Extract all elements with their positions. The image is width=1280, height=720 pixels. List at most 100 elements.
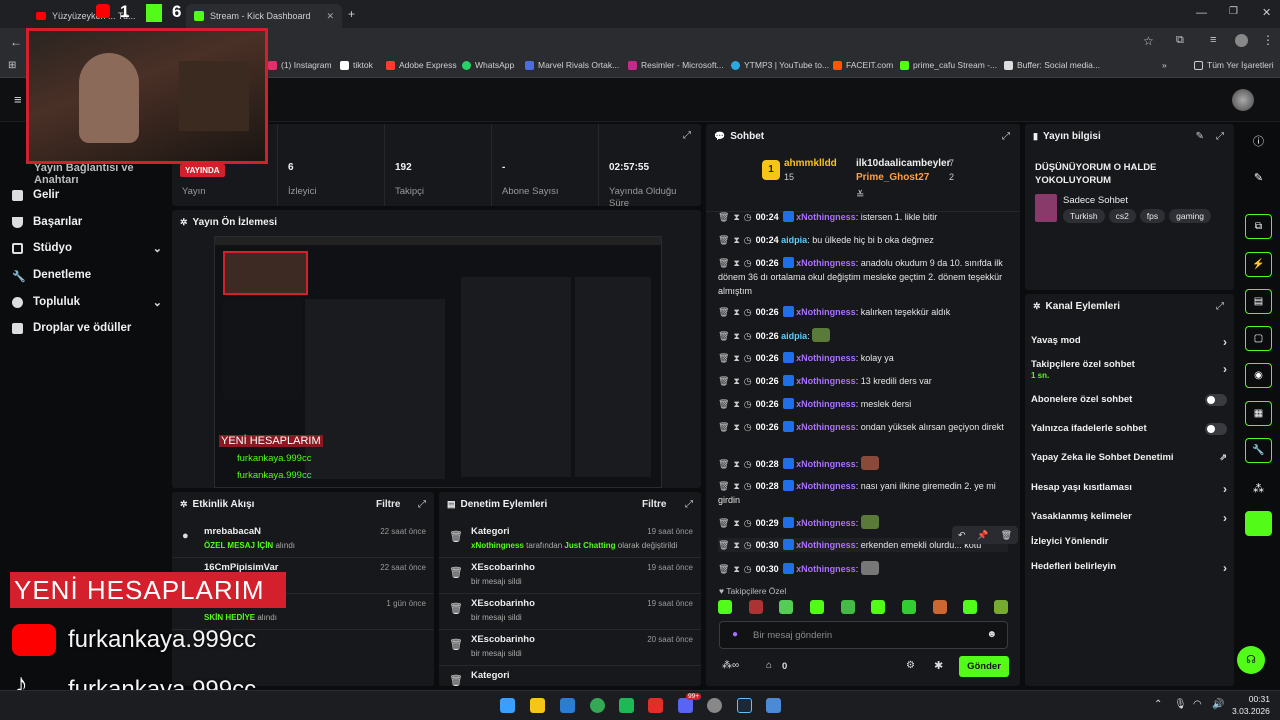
bookmark-faceit[interactable]: FACEIT.com xyxy=(833,60,893,70)
trash-icon[interactable]: 🗑 xyxy=(718,518,729,528)
tab-youtube[interactable]: Yüzyüzeyken ... Tu... xyxy=(28,4,148,28)
action-subs-chat[interactable]: Abonelere özel sohbet xyxy=(1031,394,1229,406)
chat-input[interactable]: ● Bir mesaj gönderin ☻ xyxy=(719,621,1008,649)
message-user[interactable]: xNothingness xyxy=(796,481,856,491)
new-tab-icon[interactable]: + xyxy=(348,7,355,21)
profile-avatar[interactable] xyxy=(1235,34,1248,47)
action-slow-mode[interactable]: Yavaş mod › xyxy=(1031,335,1229,349)
trash-icon[interactable]: 🗑 xyxy=(718,258,729,268)
sidebar-item-denetleme[interactable]: 🔧 Denetleme xyxy=(12,269,162,283)
maximize-icon[interactable]: ❐ xyxy=(1229,6,1238,17)
tab-kick-dashboard[interactable]: Stream - Kick Dashboard ✕ xyxy=(186,4,342,28)
collapse-icon[interactable]: ≚ xyxy=(856,190,864,201)
trash-icon[interactable]: 🗑 xyxy=(718,540,729,550)
timeout-icon[interactable]: ⧗ xyxy=(733,353,739,363)
message-user[interactable]: xNothingness xyxy=(796,212,856,222)
pin-icon[interactable]: 📌 xyxy=(977,530,988,541)
emote-icon[interactable] xyxy=(809,600,824,614)
star-icon[interactable]: ☆ xyxy=(1143,34,1154,48)
windows-start-icon[interactable] xyxy=(500,698,515,713)
steam-icon[interactable] xyxy=(737,698,752,713)
action-goals[interactable]: Hedefleri belirleyin › xyxy=(1031,561,1229,575)
timeout-icon[interactable]: ⧗ xyxy=(733,422,739,432)
chrome-icon[interactable] xyxy=(590,698,605,713)
emoji-icon[interactable]: ☻ xyxy=(986,629,997,640)
message-user[interactable]: xNothingness xyxy=(796,258,856,268)
edit-icon[interactable]: ✎ xyxy=(1196,131,1204,142)
wrench-button[interactable]: 🔧 xyxy=(1245,438,1272,463)
obs-icon[interactable] xyxy=(707,698,722,713)
expand-icon[interactable]: ⤢ xyxy=(1002,131,1010,142)
bookmark-marvel-rivals[interactable]: Marvel Rivals Ortak... xyxy=(525,60,619,70)
more-bookmarks-icon[interactable]: » xyxy=(1162,60,1167,70)
emote-icon[interactable] xyxy=(718,600,732,614)
message-user[interactable]: xNothingness xyxy=(796,376,856,386)
timeout-icon[interactable]: ⧗ xyxy=(733,399,739,409)
timeout-icon[interactable]: ⧗ xyxy=(733,212,739,222)
emote-icon[interactable] xyxy=(840,600,855,614)
community-rail-icon[interactable]: ⁂ xyxy=(1245,476,1272,501)
bookmark-instagram[interactable]: (1) Instagram xyxy=(268,60,332,70)
emote-icon[interactable] xyxy=(779,600,794,614)
action-ai-moderation[interactable]: Yapay Zeka ile Sohbet Denetimi ⇗ xyxy=(1031,452,1229,463)
message-user[interactable]: xNothingness xyxy=(796,399,856,409)
trash-icon[interactable]: 🗑 xyxy=(718,235,729,245)
trash-icon[interactable]: 🗑 xyxy=(718,481,729,491)
trash-icon[interactable]: 🗑 xyxy=(718,459,729,469)
app-icon[interactable] xyxy=(766,698,781,713)
notes-button[interactable]: ▤ xyxy=(1245,289,1272,314)
send-button[interactable]: Gönder xyxy=(959,656,1009,677)
message-user[interactable]: xNothingness xyxy=(796,540,856,550)
sidebar-item-stream-key[interactable]: Yayın Bağlantısı ve Anahtarı xyxy=(12,162,162,186)
expand-icon[interactable]: ⤢ xyxy=(1216,131,1224,142)
apps-icon[interactable]: ⊞ xyxy=(8,60,16,71)
bolt-button[interactable]: ⚡ xyxy=(1245,252,1272,277)
sidebar-item-topluluk[interactable]: Topluluk ⌄ xyxy=(12,296,162,309)
file-explorer-icon[interactable] xyxy=(530,698,545,713)
preview-video[interactable]: YENİ HESAPLARIM furkankaya.999cc furkank… xyxy=(214,236,662,488)
all-bookmarks[interactable]: Tüm Yer İşaretleri xyxy=(1194,60,1274,70)
bookmark-prime-cafu[interactable]: prime_cafu Stream -... xyxy=(900,60,997,70)
expand-icon[interactable]: ⤢ xyxy=(418,499,426,510)
emote-icon[interactable] xyxy=(932,600,947,614)
timeout-icon[interactable]: ⧗ xyxy=(733,481,739,491)
timeout-icon[interactable]: ⧗ xyxy=(733,258,739,268)
activity-filter-button[interactable]: Filtre xyxy=(376,499,400,510)
message-user[interactable]: aidpia xyxy=(781,235,807,245)
outlook-icon[interactable] xyxy=(560,698,575,713)
moderation-filter-button[interactable]: Filtre xyxy=(642,499,666,510)
bookmark-resimler[interactable]: Resimler - Microsoft... xyxy=(628,60,724,70)
community-icon[interactable]: ⁂∞ xyxy=(722,660,739,671)
settings-icon[interactable]: ⚙ xyxy=(906,660,915,671)
clock-date[interactable]: 3.03.2026 xyxy=(1232,706,1270,716)
action-emote-chat[interactable]: Yalnızca ifadelerle sohbet xyxy=(1031,423,1229,435)
volume-icon[interactable]: 🔊 xyxy=(1212,699,1224,710)
timeout-icon[interactable]: ⧗ xyxy=(733,564,739,574)
reply-icon[interactable]: ↶ xyxy=(958,530,966,541)
hamburger-icon[interactable]: ≡ xyxy=(14,92,22,107)
bookmark-ytmp3[interactable]: YTMP3 | YouTube to... xyxy=(731,60,829,70)
sidebar-item-studyo[interactable]: Stüdyo ⌄ xyxy=(12,242,162,255)
message-user[interactable]: xNothingness xyxy=(796,422,856,432)
mic-icon[interactable]: ● xyxy=(732,629,738,640)
message-user[interactable]: xNothingness xyxy=(796,459,856,469)
broadcast-button[interactable]: ◉ xyxy=(1245,363,1272,388)
timeout-icon[interactable]: ⧗ xyxy=(733,307,739,317)
message-user[interactable]: xNothingness xyxy=(796,353,856,363)
sidebar-item-basarilar[interactable]: Başarılar xyxy=(12,216,162,228)
emote-icon[interactable] xyxy=(963,600,978,614)
trash-icon[interactable]: 🗑 xyxy=(718,376,729,386)
info-rail-icon[interactable]: ⓘ xyxy=(1245,128,1272,153)
clock-time[interactable]: 00:31 xyxy=(1234,694,1270,704)
timeout-icon[interactable]: ⧗ xyxy=(733,331,739,341)
sidebar-item-gelir[interactable]: Gelir xyxy=(12,189,162,201)
trash-icon[interactable]: 🗑 xyxy=(718,353,729,363)
layout-button[interactable]: ▦ xyxy=(1245,401,1272,426)
action-followers-chat[interactable]: Takipçilere özel sohbet 1 sn. › xyxy=(1031,359,1229,381)
support-button[interactable]: ☊ xyxy=(1237,646,1265,674)
sidebar-item-droplar[interactable]: Droplar ve ödüller xyxy=(12,322,162,334)
extensions-icon[interactable]: ⧉ xyxy=(1176,34,1184,47)
trash-icon[interactable]: 🗑 xyxy=(718,331,729,341)
trash-icon[interactable]: 🗑 xyxy=(718,307,729,317)
delete-icon[interactable]: 🗑 xyxy=(1001,530,1012,541)
